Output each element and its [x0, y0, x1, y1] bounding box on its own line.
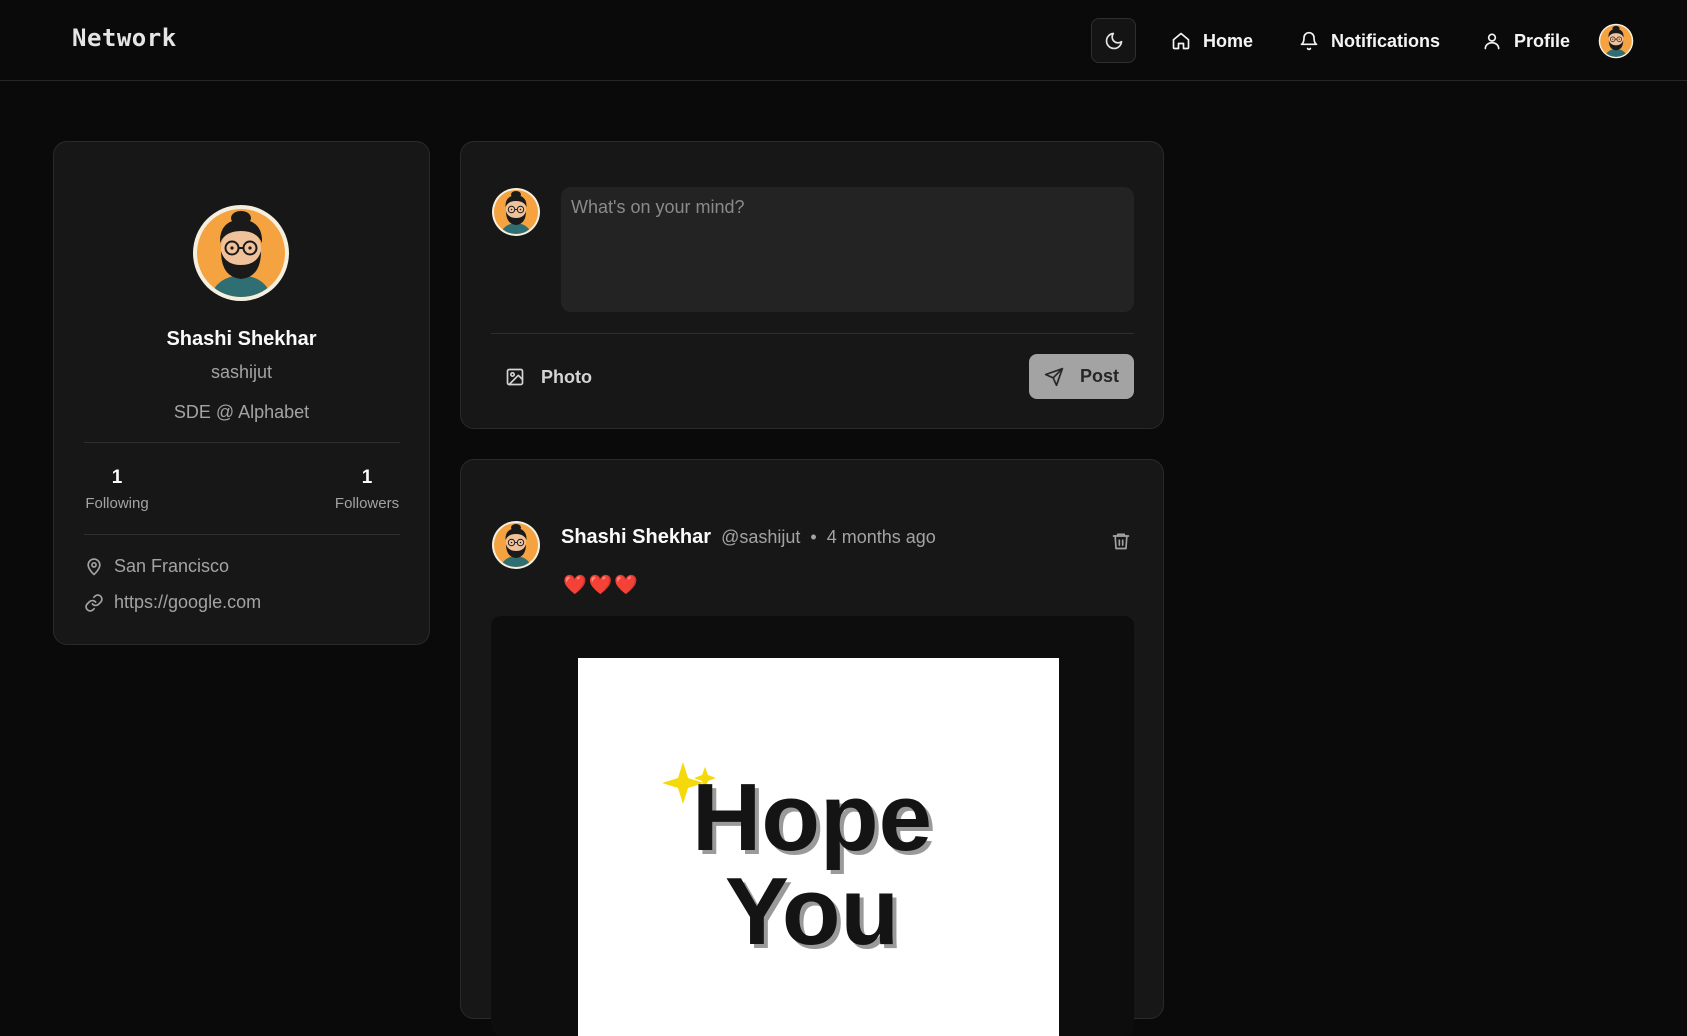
map-pin-icon: [87, 557, 101, 575]
send-icon: [1044, 367, 1064, 386]
profile-divider-top: [84, 442, 400, 443]
composer-avatar: [491, 187, 541, 237]
submit-post-label: Post: [1079, 366, 1119, 386]
nav-profile[interactable]: Profile: [1482, 26, 1570, 56]
following-stat[interactable]: 1 Following: [84, 467, 150, 512]
brand-logo[interactable]: Network: [72, 24, 177, 52]
nav-home[interactable]: Home: [1171, 26, 1253, 56]
profile-card: Shashi Shekhar sashijut SDE @ Alphabet 1…: [53, 141, 430, 645]
feed-post: Shashi Shekhar @sashijut • 4 months ago …: [460, 459, 1164, 1036]
bell-icon: [1300, 31, 1318, 51]
profile-name[interactable]: Shashi Shekhar: [54, 328, 429, 351]
theme-toggle-button[interactable]: [1091, 18, 1136, 63]
submit-post-button[interactable]: Post: [1029, 354, 1134, 399]
composer-divider: [491, 333, 1134, 334]
followers-count: 1: [361, 467, 373, 488]
nav-notifications-label: Notifications: [1331, 30, 1441, 51]
post-meta-separator: •: [810, 527, 817, 547]
post-author-handle: @sashijut: [721, 527, 801, 547]
top-navbar: Network Home Notifications Profile: [0, 0, 1687, 81]
post-image-line1: Hope: [692, 764, 932, 871]
home-icon: [1172, 32, 1190, 50]
nav-notifications[interactable]: Notifications: [1299, 26, 1440, 56]
followers-stat[interactable]: 1 Followers: [334, 467, 400, 512]
profile-divider-bottom: [84, 534, 400, 535]
post-header: Shashi Shekhar @sashijut • 4 months ago: [561, 526, 936, 549]
followers-label: Followers: [334, 495, 400, 512]
following-label: Following: [85, 495, 149, 512]
following-count: 1: [111, 467, 123, 488]
profile-location-text: San Francisco: [114, 556, 230, 576]
trash-icon[interactable]: [1111, 530, 1131, 552]
post-image-line2: You: [725, 858, 899, 965]
post-timestamp: 4 months ago: [826, 527, 936, 547]
nav-profile-label: Profile: [1514, 30, 1571, 51]
post-image-art: Hope Hope You You: [662, 762, 936, 969]
post-composer: Photo Post: [460, 141, 1164, 429]
nav-home-label: Home: [1203, 30, 1254, 51]
post-image: Hope Hope You You: [578, 658, 1059, 1036]
post-media[interactable]: Hope Hope You You: [491, 616, 1134, 1036]
profile-username: sashijut: [210, 362, 273, 382]
user-icon: [1484, 33, 1500, 50]
post-author-avatar[interactable]: [491, 520, 541, 570]
moon-icon: [1105, 32, 1122, 49]
link-icon: [85, 593, 103, 612]
profile-avatar[interactable]: [191, 203, 291, 303]
add-photo-button[interactable]: Photo: [505, 357, 592, 397]
post-author-name[interactable]: Shashi Shekhar: [561, 526, 711, 549]
user-avatar-menu[interactable]: [1598, 23, 1634, 59]
profile-website-link[interactable]: https://google.com: [114, 592, 261, 613]
post-text: ❤️❤️❤️: [563, 575, 640, 596]
profile-bio: SDE @ Alphabet: [173, 402, 310, 422]
add-photo-label: Photo: [541, 366, 592, 387]
profile-location: San Francisco: [84, 556, 229, 577]
profile-website[interactable]: https://google.com: [84, 592, 261, 613]
image-icon: [506, 368, 524, 386]
post-text-input[interactable]: [561, 187, 1134, 312]
